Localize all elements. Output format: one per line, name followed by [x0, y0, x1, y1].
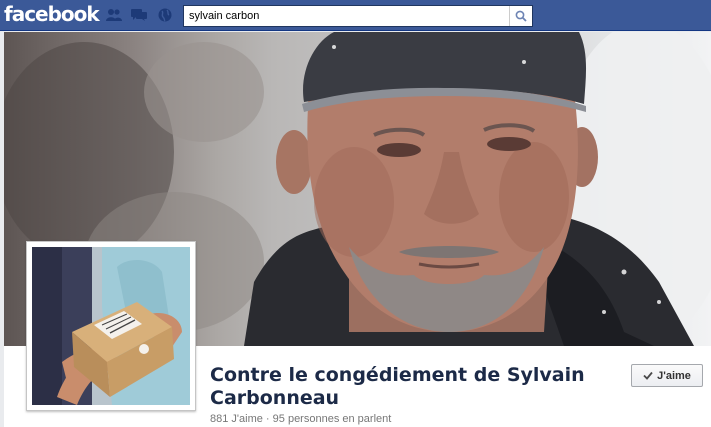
talking-about-count[interactable]: 95 personnes en parlent — [273, 413, 392, 425]
search-box — [183, 5, 533, 27]
like-button-label: J'aime — [657, 369, 691, 382]
messages-icon[interactable] — [131, 8, 147, 22]
profile-picture-image — [32, 247, 190, 405]
likes-count[interactable]: 881 J'aime — [210, 413, 263, 425]
page-title: Contre le congédiement de Sylvain Carbon… — [210, 364, 585, 409]
profile-picture[interactable] — [26, 241, 196, 411]
checkmark-icon — [643, 371, 653, 380]
search-icon — [515, 10, 527, 22]
stats-separator: · — [265, 413, 270, 425]
notifications-globe-icon[interactable] — [157, 8, 173, 22]
search-button[interactable] — [509, 6, 532, 26]
page-stats: 881 J'aime · 95 personnes en parlent — [210, 413, 391, 425]
search-input[interactable] — [184, 6, 509, 26]
friend-requests-icon[interactable] — [106, 8, 122, 22]
facebook-logo[interactable]: facebook — [4, 2, 100, 26]
top-bar: facebook — [0, 0, 711, 31]
like-button[interactable]: J'aime — [631, 364, 703, 387]
